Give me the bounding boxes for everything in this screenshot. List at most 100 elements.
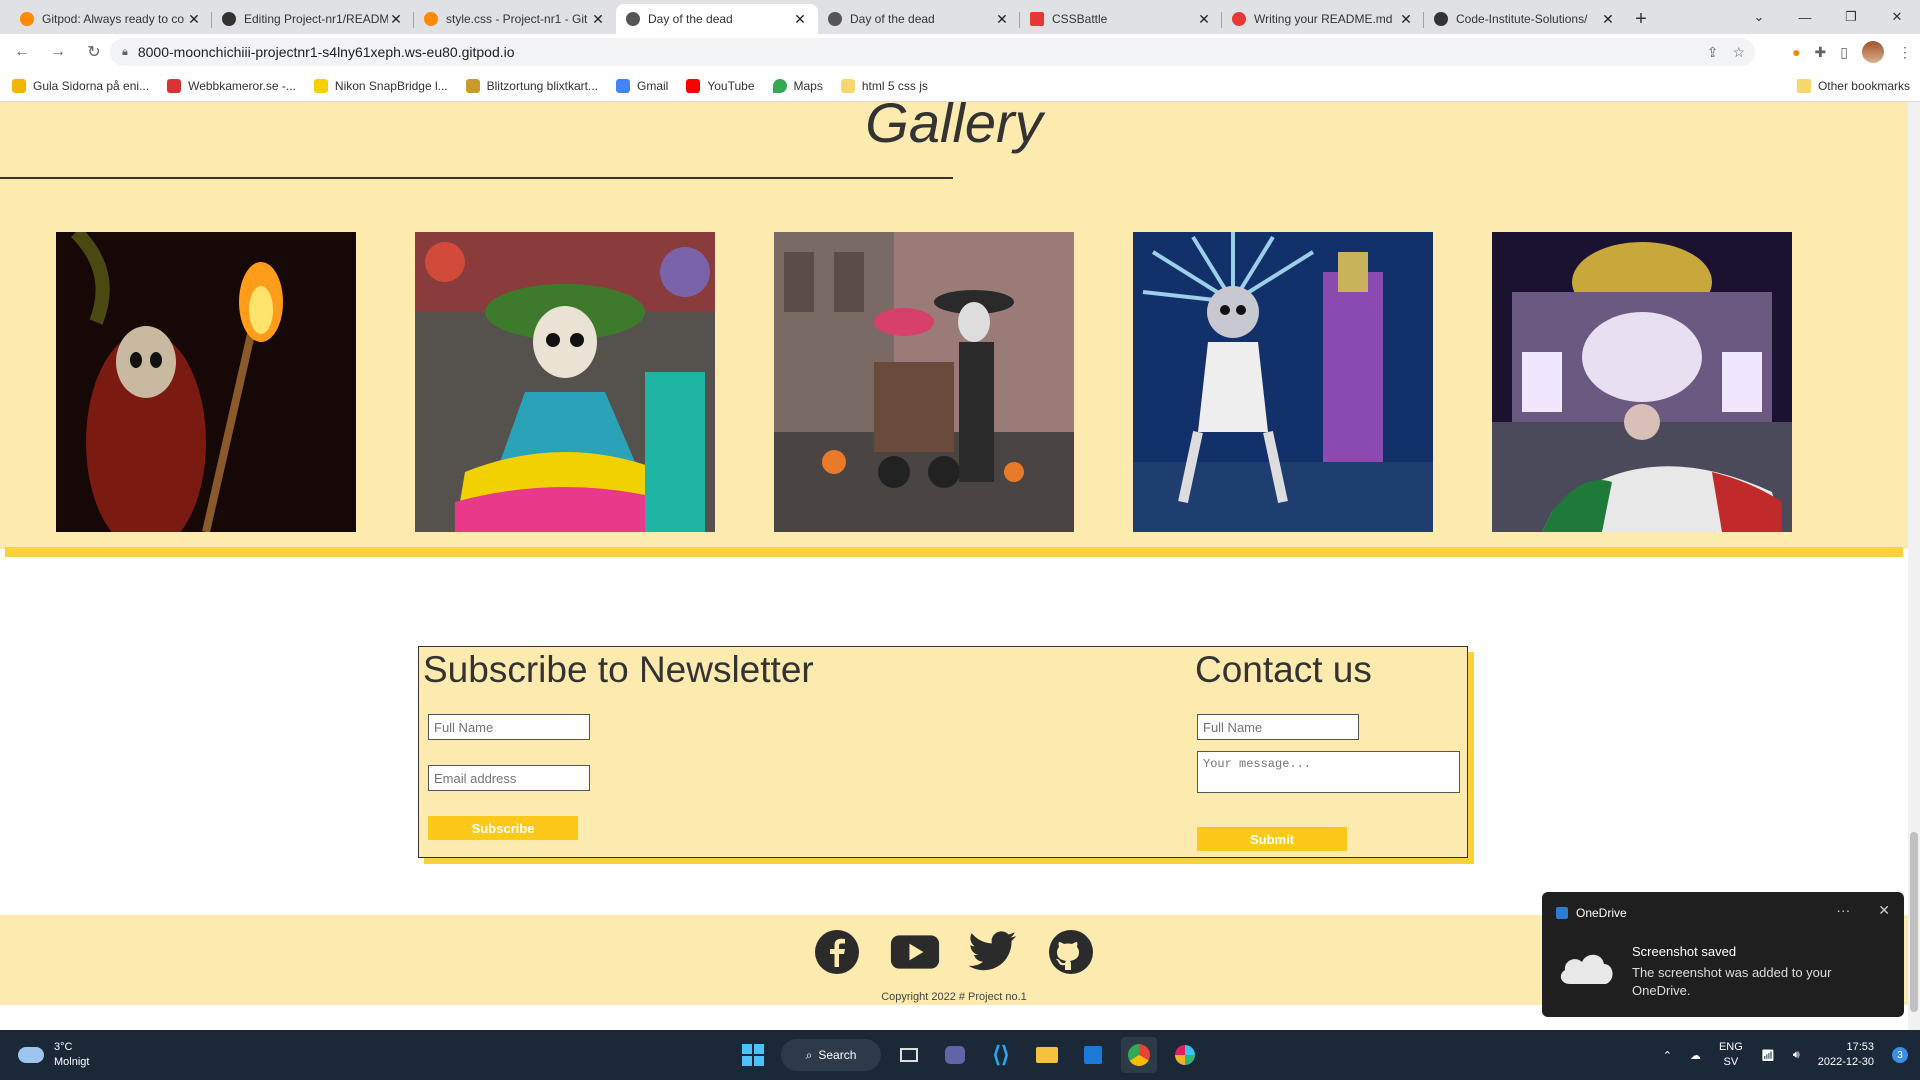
tab-code-institute[interactable]: Code-Institute-Solutions/✕	[1424, 4, 1626, 34]
taskbar-search[interactable]: ⌕ Search	[781, 1039, 881, 1071]
cssbattle-icon	[1030, 12, 1044, 26]
more-options-icon[interactable]: ···	[1836, 902, 1850, 919]
toast-body: The screenshot was added to your OneDriv…	[1632, 965, 1832, 998]
lock-icon[interactable]: 🔒︎	[122, 46, 128, 59]
github-icon[interactable]	[1046, 927, 1096, 977]
page-scrollbar[interactable]	[1908, 102, 1920, 1030]
menu-kebab-icon[interactable]: ⋮	[1898, 44, 1912, 61]
notification-badge[interactable]: 3	[1892, 1047, 1908, 1063]
youtube-icon[interactable]	[890, 927, 940, 977]
tab-day-of-the-dead[interactable]: Day of the dead ✕	[818, 4, 1020, 34]
slack-icon[interactable]	[1167, 1037, 1203, 1073]
newsletter-title: Subscribe to Newsletter	[423, 649, 814, 690]
contact-name-input[interactable]	[1197, 714, 1359, 740]
weather-widget[interactable]: 3°C Molnigt	[18, 1040, 89, 1070]
gallery-image-torch-catrina	[56, 232, 356, 532]
scrollbar-thumb[interactable]	[1910, 832, 1918, 1012]
chevron-up-icon[interactable]: ⌃	[1663, 1049, 1672, 1062]
wifi-icon[interactable]: 📶︎	[1761, 1049, 1775, 1062]
facebook-icon[interactable]	[812, 927, 862, 977]
toast-title: Screenshot saved	[1632, 944, 1737, 959]
share-icon[interactable]: ⇪	[1707, 44, 1719, 61]
twitter-icon[interactable]	[968, 927, 1018, 977]
bookmark-folder-html[interactable]: html 5 css js	[840, 78, 928, 93]
tab-gitpod[interactable]: Gitpod: Always ready to co ✕	[10, 4, 212, 34]
teams-chat-icon[interactable]	[937, 1037, 973, 1073]
tab-search-icon[interactable]: ⌄	[1736, 0, 1782, 34]
tab-style-css[interactable]: style.css - Project-nr1 - Git ✕	[414, 4, 616, 34]
weather-desc: Molnigt	[54, 1056, 90, 1068]
bookmark-gula-sidorna[interactable]: Gula Sidorna på eni...	[12, 78, 149, 93]
close-icon[interactable]: ✕	[1196, 11, 1212, 28]
subscribe-button[interactable]: Subscribe	[428, 816, 578, 840]
forward-icon[interactable]: →	[42, 36, 74, 68]
weather-temp: 3°C	[54, 1041, 73, 1053]
windows-start-icon[interactable]	[735, 1037, 771, 1073]
bookmark-webbkameror[interactable]: Webbkameror.se -...	[167, 78, 296, 93]
minimize-icon[interactable]: —	[1782, 0, 1828, 34]
close-icon[interactable]: ✕	[590, 11, 606, 28]
clock[interactable]: 17:53 2022-12-30	[1818, 1040, 1874, 1070]
newsletter-email-input[interactable]	[428, 765, 590, 791]
reload-icon[interactable]: ↻	[78, 36, 110, 68]
profile-avatar[interactable]	[1862, 41, 1884, 63]
chrome-icon[interactable]	[1121, 1037, 1157, 1073]
task-view-icon[interactable]	[891, 1037, 927, 1073]
restore-icon[interactable]: ❐	[1828, 0, 1874, 34]
other-bookmarks[interactable]: Other bookmarks	[1796, 70, 1910, 102]
bookmark-icon	[465, 78, 480, 93]
address-bar[interactable]: 🔒︎ 8000-moonchichiii-projectnr1-s4lny61x…	[110, 38, 1755, 66]
gitpod-extension-icon[interactable]: ●	[1792, 44, 1800, 60]
file-explorer-icon[interactable]	[1029, 1037, 1065, 1073]
taskbar-apps: ⌕ Search ⟨⟩	[735, 1037, 1203, 1073]
close-icon[interactable]: ✕	[1600, 11, 1616, 28]
close-icon[interactable]: ✕	[186, 11, 202, 28]
microsoft-store-icon[interactable]	[1075, 1037, 1111, 1073]
onedrive-tray-icon[interactable]: ☁	[1690, 1049, 1701, 1062]
vscode-icon[interactable]: ⟨⟩	[983, 1037, 1019, 1073]
bookmark-nikon[interactable]: Nikon SnapBridge l...	[313, 78, 448, 93]
close-icon[interactable]: ✕	[1878, 902, 1890, 919]
gallery-bottom-border	[5, 547, 1903, 557]
bookmark-maps[interactable]: Maps	[772, 78, 823, 93]
side-panel-icon[interactable]: ▯	[1840, 44, 1848, 61]
gallery-image-parade-catrina	[415, 232, 715, 532]
window-close-icon[interactable]: ✕	[1874, 0, 1920, 34]
page-viewport: Gallery Subscribe to Newsletter Full Nam…	[0, 102, 1908, 1030]
tab-day-of-the-dead-active[interactable]: Day of the dead ✕	[616, 4, 818, 34]
github-icon	[1434, 12, 1448, 26]
bookmark-blitzortung[interactable]: Blitzortung blixtkart...	[465, 78, 598, 93]
newsletter-contact-box: Subscribe to Newsletter Subscribe Contac…	[418, 646, 1468, 858]
bookmark-star-icon[interactable]: ☆	[1732, 44, 1745, 61]
newsletter-name-input[interactable]	[428, 714, 590, 740]
close-icon[interactable]: ✕	[994, 11, 1010, 28]
back-icon[interactable]: ←	[6, 36, 38, 68]
globe-icon	[828, 12, 842, 26]
close-icon[interactable]: ✕	[1398, 11, 1414, 28]
volume-icon[interactable]: 🔊︎	[1793, 1049, 1800, 1062]
submit-button[interactable]: Submit	[1197, 827, 1347, 851]
bookmark-icon	[12, 78, 26, 93]
tab-writing-readme[interactable]: Writing your README.md ✕	[1222, 4, 1424, 34]
new-tab-button[interactable]: +	[1626, 4, 1656, 34]
extensions-puzzle-icon[interactable]: ✚	[1815, 44, 1827, 61]
youtube-icon	[686, 78, 701, 93]
bookmark-gmail[interactable]: Gmail	[616, 78, 668, 93]
bookmark-icon	[313, 78, 328, 93]
url-text: 8000-moonchichiii-projectnr1-s4lny61xeph…	[137, 44, 515, 60]
tab-editing-readme[interactable]: Editing Project-nr1/READM ✕	[212, 4, 414, 34]
onedrive-notification[interactable]: OneDrive ··· ✕ Screenshot saved The scree…	[1542, 892, 1904, 1017]
toast-app-name: OneDrive	[1576, 906, 1627, 920]
window-controls: ⌄ — ❐ ✕	[1736, 0, 1920, 34]
close-icon[interactable]: ✕	[388, 11, 404, 28]
language-indicator[interactable]: ENG SV	[1719, 1040, 1743, 1070]
globe-icon	[626, 12, 640, 26]
windows-taskbar: 3°C Molnigt ⌕ Search ⟨⟩ ⌃ ☁ ENG SV 📶︎ 🔊︎ …	[0, 1030, 1920, 1080]
contact-message-textarea[interactable]	[1197, 751, 1460, 793]
close-icon[interactable]: ✕	[792, 11, 808, 28]
gallery-section: Gallery	[0, 102, 1908, 557]
gallery-image-street-organ	[774, 232, 1074, 532]
tab-cssbattle[interactable]: CSSBattle ✕	[1020, 4, 1222, 34]
folder-icon	[840, 78, 855, 93]
bookmark-youtube[interactable]: YouTube	[686, 78, 755, 93]
